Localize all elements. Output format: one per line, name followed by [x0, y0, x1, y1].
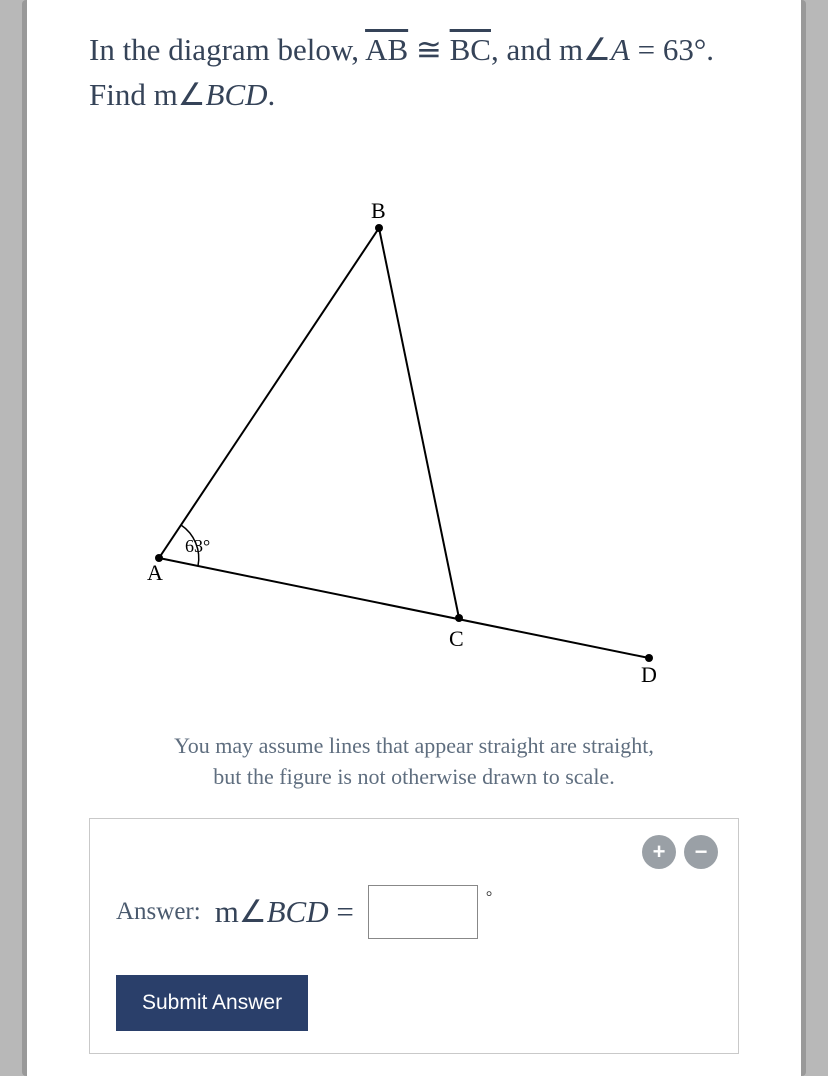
question-text: In the diagram below, AB ≅ BC, and m∠A =…	[89, 28, 739, 118]
point-c	[455, 614, 463, 622]
zoom-in-button[interactable]: +	[642, 835, 676, 869]
zoom-controls: + −	[642, 835, 718, 869]
answer-input[interactable]	[368, 885, 478, 939]
degree-symbol: °	[486, 889, 492, 907]
line-bc	[379, 228, 459, 618]
q-post1: , and m∠	[491, 32, 611, 67]
line-ad	[159, 558, 649, 658]
label-a: A	[147, 560, 163, 585]
q-ang2: BCD	[206, 77, 268, 112]
triangle-diagram: A B C D 63°	[89, 148, 729, 708]
label-c: C	[449, 626, 464, 651]
note-line-2: but the figure is not otherwise drawn to…	[213, 764, 614, 789]
q-pre: In the diagram below,	[89, 32, 365, 67]
expr-pre: m∠	[215, 894, 267, 929]
expr-post: =	[329, 894, 354, 929]
diagram-note: You may assume lines that appear straigh…	[89, 731, 739, 793]
segment-ab: AB	[365, 32, 408, 67]
zoom-out-button[interactable]: −	[684, 835, 718, 869]
answer-panel: + − Answer: m∠BCD = ° Submit Answer	[89, 818, 739, 1054]
segment-bc: BC	[450, 32, 491, 67]
content-area: In the diagram below, AB ≅ BC, and m∠A =…	[27, 0, 801, 1054]
q-ang1: A	[611, 32, 630, 67]
page-container: In the diagram below, AB ≅ BC, and m∠A =…	[22, 0, 806, 1076]
label-b: B	[371, 198, 386, 223]
label-d: D	[641, 662, 657, 687]
note-line-1: You may assume lines that appear straigh…	[174, 733, 654, 758]
point-b	[375, 224, 383, 232]
angle-a-value: 63°	[185, 536, 210, 556]
point-d	[645, 654, 653, 662]
q-cong: ≅	[408, 32, 449, 67]
submit-answer-button[interactable]: Submit Answer	[116, 975, 308, 1031]
expr-ang: BCD	[267, 894, 329, 929]
answer-label: Answer:	[116, 898, 201, 926]
answer-expression: m∠BCD =	[215, 894, 354, 930]
q-end: .	[268, 77, 276, 112]
answer-line: Answer: m∠BCD = °	[116, 885, 712, 939]
line-ab	[159, 228, 379, 558]
